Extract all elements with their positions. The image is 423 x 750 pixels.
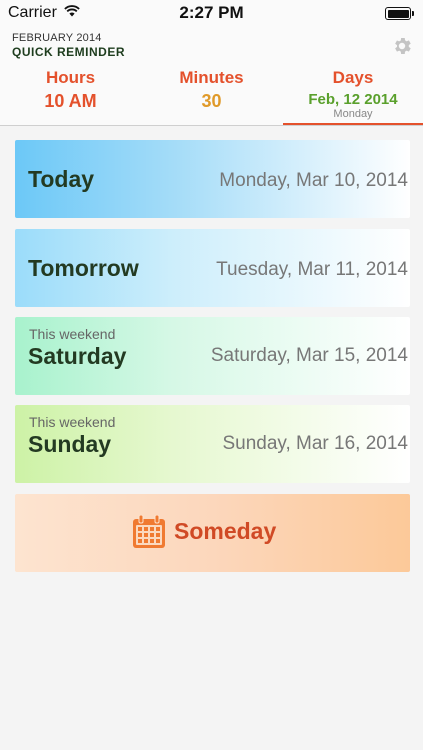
option-sunday-date: Sunday, Mar 16, 2014 [222,433,408,454]
option-saturday-prefix: This weekend [29,326,116,342]
option-sunday-prefix: This weekend [29,414,116,430]
option-tomorrow[interactable]: Tomorrow Tuesday, Mar 11, 2014 [15,229,410,307]
option-sunday[interactable]: This weekend Sunday Sunday, Mar 16, 2014 [15,405,410,483]
tab-hours-label: Hours [45,68,96,87]
someday-label: Someday [174,518,277,544]
tab-days[interactable]: Days Feb, 12 2014 Monday [283,68,423,126]
tab-minutes-value: 30 [201,91,222,111]
option-sunday-name: Sunday [28,431,112,457]
app-title: QUICK REMINDER [12,45,126,59]
calendar-icon [133,515,165,548]
option-saturday[interactable]: This weekend Saturday Saturday, Mar 15, … [15,317,410,395]
option-today-name: Today [28,166,95,192]
status-bar: Carrier 2:27 PM [0,0,423,28]
option-saturday-name: Saturday [28,343,127,369]
tab-days-label: Days [332,68,374,87]
app-header: FEBRUARY 2014 QUICK REMINDER Hours 10 AM… [0,28,423,126]
option-today[interactable]: Today Monday, Mar 10, 2014 [15,140,410,218]
someday-button[interactable]: Someday [15,494,410,572]
option-today-date: Monday, Mar 10, 2014 [219,170,408,191]
tab-hours[interactable]: Hours 10 AM [0,68,141,126]
gear-icon[interactable] [391,35,413,57]
tab-hours-value: 10 AM [44,91,97,111]
option-tomorrow-date: Tuesday, Mar 11, 2014 [216,259,408,280]
option-saturday-date: Saturday, Mar 15, 2014 [210,345,408,366]
tab-minutes-label: Minutes [179,68,244,87]
tab-days-value: Feb, 12 2014 [308,91,398,108]
header-divider [0,125,423,126]
option-tomorrow-name: Tomorrow [28,255,139,281]
tab-days-weekday: Monday [333,108,373,120]
month-subtitle: FEBRUARY 2014 [12,32,102,44]
tab-minutes[interactable]: Minutes 30 [141,68,282,126]
battery-icon [385,7,415,21]
status-time: 2:27 PM [179,3,244,22]
